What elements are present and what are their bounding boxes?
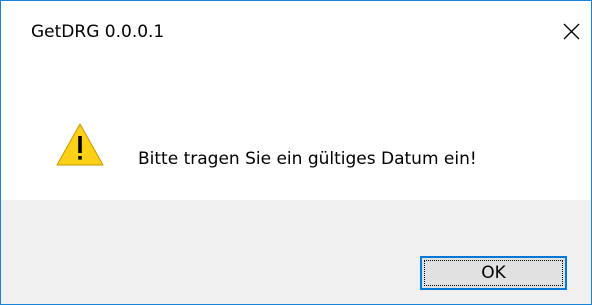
message-dialog: GetDRG 0.0.0.1 Bitte tragen Sie ein gült…: [0, 0, 592, 305]
ok-button[interactable]: OK: [420, 256, 567, 290]
title-bar: GetDRG 0.0.0.1: [1, 1, 591, 63]
ok-button-label: OK: [424, 260, 563, 286]
button-bar: OK: [1, 200, 591, 304]
window-title: GetDRG 0.0.0.1: [31, 22, 165, 42]
close-icon: [563, 23, 580, 40]
warning-icon: [56, 123, 104, 166]
message-text: Bitte tragen Sie ein gültiges Datum ein!: [138, 149, 477, 169]
close-button[interactable]: [551, 14, 591, 50]
message-area: Bitte tragen Sie ein gültiges Datum ein!: [1, 63, 591, 200]
